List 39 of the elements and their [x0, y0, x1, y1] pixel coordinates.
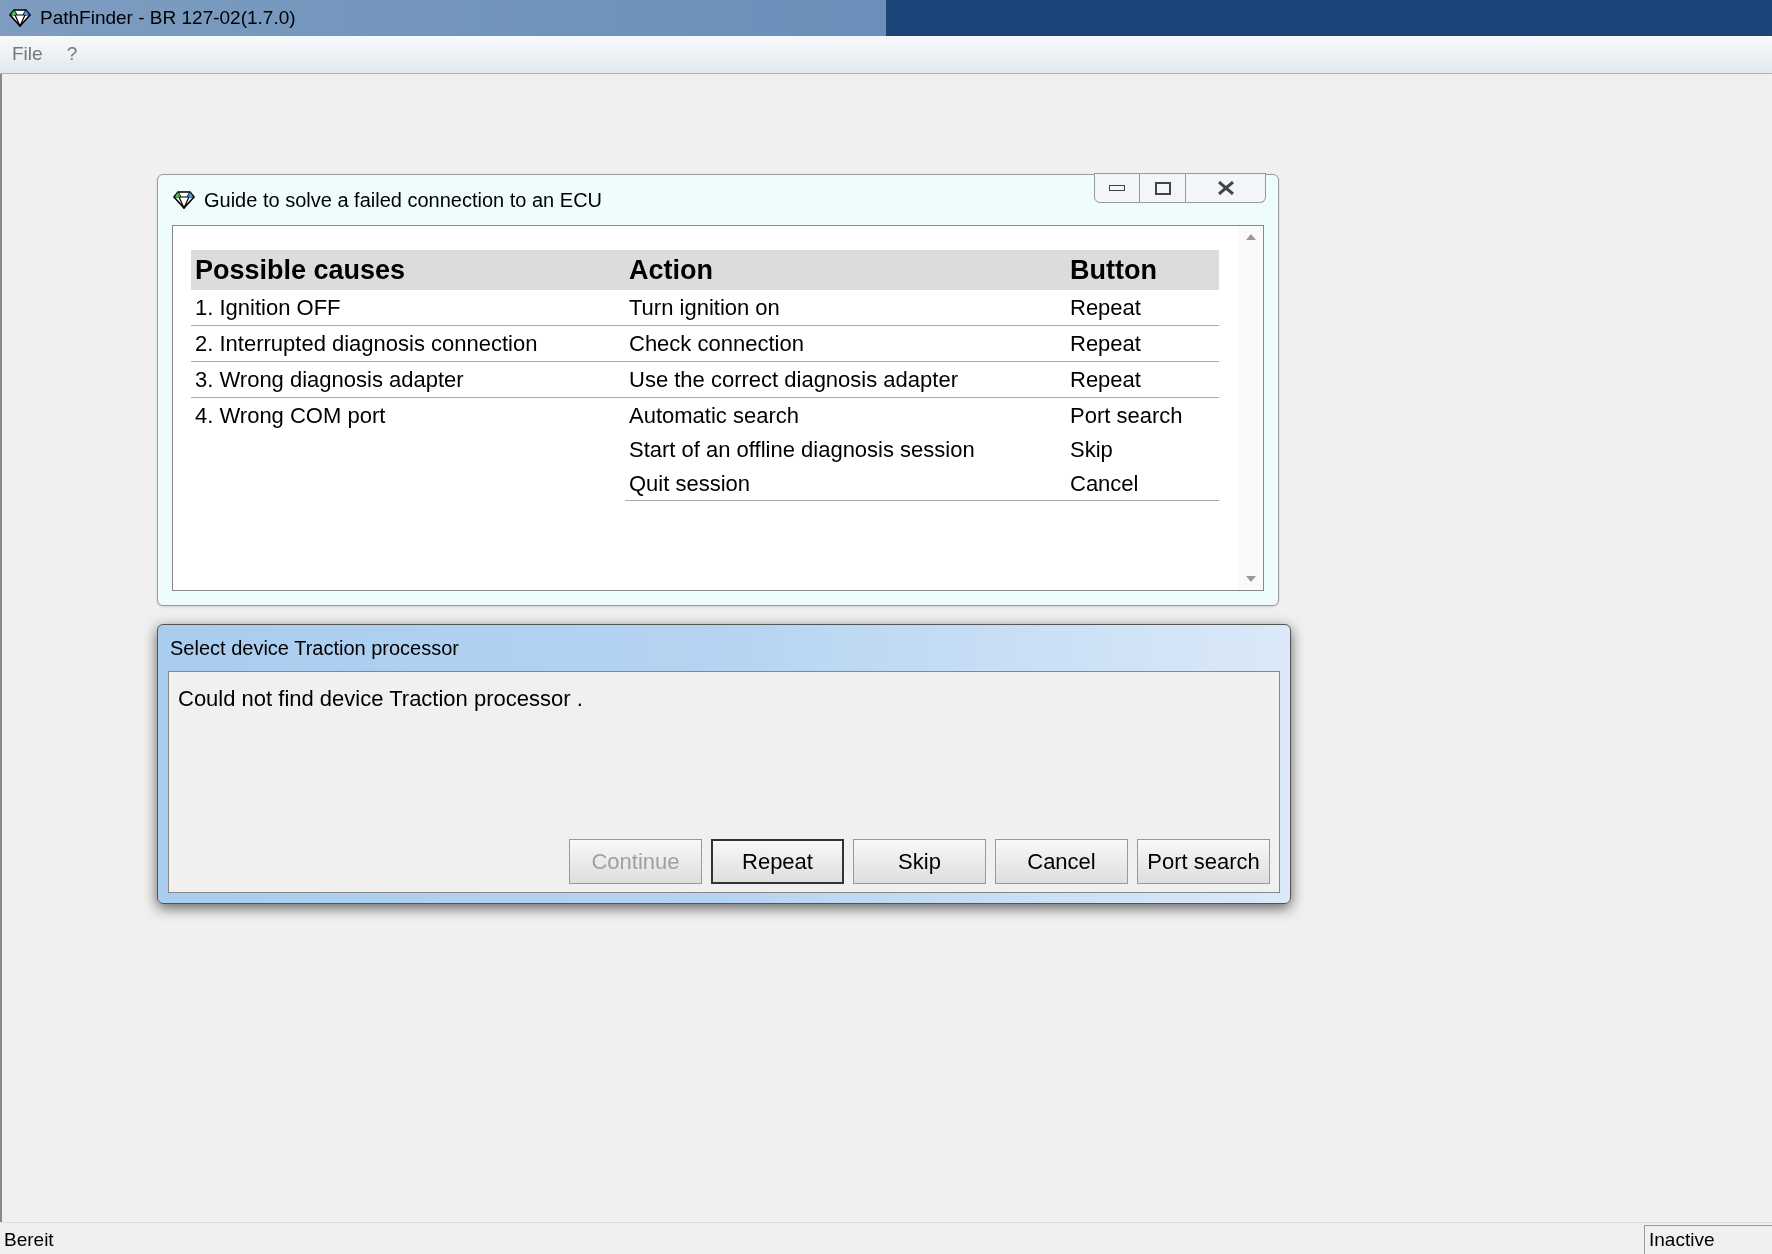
maximize-button[interactable]: [1140, 173, 1186, 203]
table-cell-text: Port search: [1070, 401, 1184, 430]
dialog-button[interactable]: Skip: [853, 839, 986, 884]
table-cell-text: 4. Wrong COM port: [195, 402, 386, 430]
table-cell-text: Turn ignition on: [629, 293, 781, 322]
table-cell-text: 3. Wrong diagnosis adapter: [195, 366, 464, 394]
dialog-message: Could not find device Traction processor .: [178, 685, 584, 713]
dialog-button[interactable]: Repeat: [711, 839, 844, 884]
column-header: Action: [629, 254, 714, 287]
status-text: Bereit: [3, 1227, 54, 1252]
status-text: Inactive: [1644, 1224, 1772, 1254]
table-cell-text: 1. Ignition OFF: [195, 294, 341, 322]
column-header: Button: [1070, 254, 1158, 287]
diamond-icon: [172, 191, 196, 209]
table-cell-text: 2. Interrupted diagnosis connection: [195, 330, 538, 358]
menu-item[interactable]: File: [12, 40, 43, 69]
table-cell-text: Repeat: [1070, 329, 1142, 358]
table-cell-text: Check connection: [629, 329, 805, 358]
table-cell-text: Automatic search: [629, 401, 800, 430]
scroll-up-icon[interactable]: [1246, 234, 1256, 240]
close-icon: [1216, 181, 1235, 195]
dialog-button[interactable]: Cancel: [995, 839, 1128, 884]
table-cell-text: Quit session: [629, 469, 752, 498]
minimize-button[interactable]: [1094, 173, 1140, 203]
table-cell-text: Use the correct diagnosis adapter: [629, 365, 959, 394]
menu-item[interactable]: ?: [66, 40, 78, 69]
table-cell-text: Cancel: [1070, 469, 1140, 498]
table-cell-text: Repeat: [1070, 365, 1142, 394]
column-header: Possible causes: [195, 254, 407, 287]
scroll-down-icon[interactable]: [1246, 576, 1256, 582]
guide-title: Guide to solve a failed connection to an ECU: [204, 188, 603, 213]
dialog-title: Select device Traction processor: [170, 636, 460, 661]
table-cell-text: Skip: [1070, 435, 1114, 464]
diamond-icon: [8, 9, 32, 27]
table-cell-text: Repeat: [1070, 293, 1142, 322]
dialog-button[interactable]: Port search: [1137, 839, 1270, 884]
table-cell-text: Start of an offline diagnosis session: [629, 435, 976, 464]
window-title: PathFinder - BR 127-02(1.7.0): [40, 5, 296, 30]
close-button[interactable]: [1186, 173, 1266, 203]
